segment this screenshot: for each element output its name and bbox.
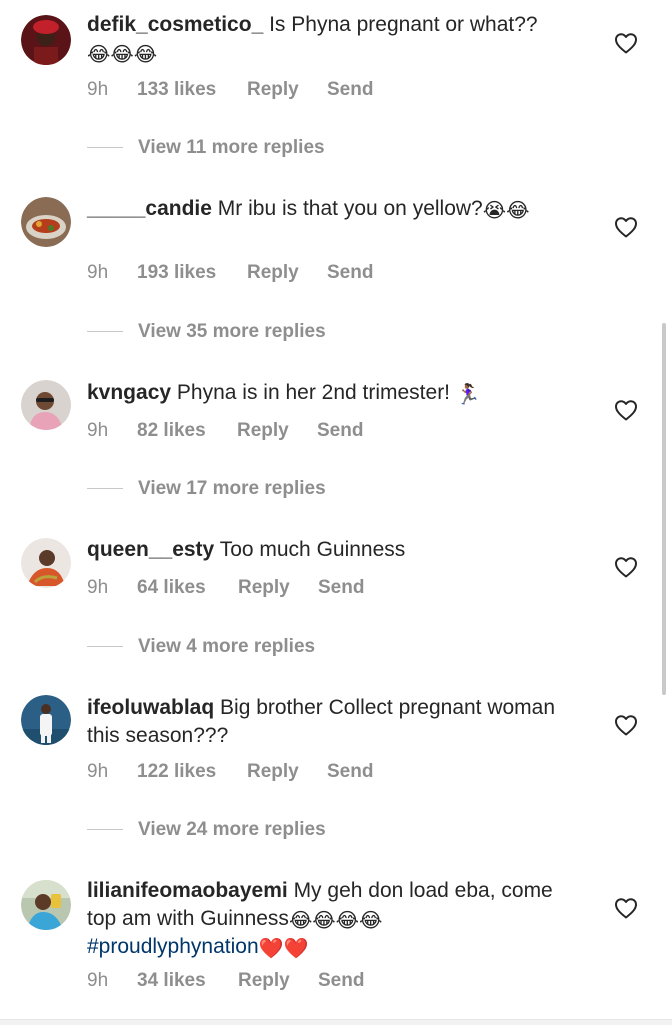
avatar[interactable] xyxy=(21,538,71,588)
reply-button[interactable]: Reply xyxy=(238,969,290,993)
replies-divider xyxy=(87,147,123,148)
comment-time: 9h xyxy=(87,761,109,782)
avatar[interactable] xyxy=(21,197,71,247)
comment-username[interactable]: kvngacy xyxy=(87,381,171,404)
send-button[interactable]: Send xyxy=(327,261,373,285)
red-heart-emoji: ❤️❤️ xyxy=(258,938,309,960)
view-replies-label[interactable]: View 17 more replies xyxy=(138,477,326,501)
view-more-replies[interactable]: View 35 more replies xyxy=(87,320,487,344)
heart-icon[interactable] xyxy=(614,714,638,736)
heart-icon[interactable] xyxy=(614,216,638,238)
heart-icon[interactable] xyxy=(614,32,638,54)
comment-text: kvngacy Phyna is in her 2nd trimester! 🏃… xyxy=(87,379,587,407)
reply-button[interactable]: Reply xyxy=(237,419,289,443)
likes-count[interactable]: 64 likes xyxy=(137,576,206,600)
comment-username[interactable]: _____candie xyxy=(87,197,212,220)
laughing-emoji: 😂😂😂😂 xyxy=(288,910,383,932)
comment-text: lilianifeomaobayemi My geh don load eba,… xyxy=(87,877,587,961)
send-button[interactable]: Send xyxy=(327,760,373,784)
view-more-replies[interactable]: View 24 more replies xyxy=(87,818,487,842)
comment-body: Mr ibu is that you on yellow? xyxy=(211,197,483,220)
view-more-replies[interactable]: View 11 more replies xyxy=(87,136,487,160)
crying-laughing-emoji: 😭😂 xyxy=(482,200,530,222)
comment-body: Too much Guinness xyxy=(214,538,406,561)
avatar[interactable] xyxy=(21,695,71,745)
laughing-emoji: 😂😂😂 xyxy=(87,44,158,66)
replies-divider xyxy=(87,331,123,332)
comment-text: ifeoluwablaq Big brother Collect pregnan… xyxy=(87,694,587,750)
likes-count[interactable]: 133 likes xyxy=(137,78,216,102)
heart-icon[interactable] xyxy=(614,399,638,421)
comment-text: _____candie Mr ibu is that you on yellow… xyxy=(87,195,587,223)
comment-username[interactable]: lilianifeomaobayemi xyxy=(87,879,288,902)
view-replies-label[interactable]: View 24 more replies xyxy=(138,818,326,842)
likes-count[interactable]: 122 likes xyxy=(137,760,216,784)
view-replies-label[interactable]: View 11 more replies xyxy=(138,136,325,160)
comment-text: defik_cosmetico_ Is Phyna pregnant or wh… xyxy=(87,11,587,67)
send-button[interactable]: Send xyxy=(327,78,373,102)
bottom-divider xyxy=(0,1019,672,1025)
replies-divider xyxy=(87,829,123,830)
avatar[interactable] xyxy=(21,880,71,930)
reply-button[interactable]: Reply xyxy=(247,78,299,102)
send-button[interactable]: Send xyxy=(318,576,364,600)
comment-time: 9h xyxy=(87,577,109,598)
comment-time: 9h xyxy=(87,79,109,100)
view-replies-label[interactable]: View 4 more replies xyxy=(138,635,315,659)
comment-time: 9h xyxy=(87,970,109,991)
avatar[interactable] xyxy=(21,380,71,430)
avatar[interactable] xyxy=(21,15,71,65)
view-replies-label[interactable]: View 35 more replies xyxy=(138,320,326,344)
hashtag-link[interactable]: #proudlyphynation xyxy=(87,935,259,958)
comment-username[interactable]: defik_cosmetico_ xyxy=(87,13,263,36)
comment-body: Phyna is in her 2nd trimester! xyxy=(171,381,456,404)
likes-count[interactable]: 34 likes xyxy=(137,969,206,993)
running-woman-emoji: 🏃🏾‍♀️ xyxy=(455,384,481,406)
view-more-replies[interactable]: View 17 more replies xyxy=(87,477,487,501)
comment-time: 9h xyxy=(87,420,109,441)
send-button[interactable]: Send xyxy=(318,969,364,993)
send-button[interactable]: Send xyxy=(317,419,363,443)
comment-body: Is Phyna pregnant or what?? xyxy=(263,13,538,36)
comment-text: queen__esty Too much Guinness xyxy=(87,536,587,564)
likes-count[interactable]: 82 likes xyxy=(137,419,206,443)
replies-divider xyxy=(87,488,123,489)
view-more-replies[interactable]: View 4 more replies xyxy=(87,635,487,659)
replies-divider xyxy=(87,646,123,647)
heart-icon[interactable] xyxy=(614,556,638,578)
comment-username[interactable]: queen__esty xyxy=(87,538,214,561)
reply-button[interactable]: Reply xyxy=(238,576,290,600)
reply-button[interactable]: Reply xyxy=(247,760,299,784)
comment-time: 9h xyxy=(87,262,109,283)
likes-count[interactable]: 193 likes xyxy=(137,261,216,285)
comment-username[interactable]: ifeoluwablaq xyxy=(87,696,214,719)
scrollbar[interactable] xyxy=(662,323,666,695)
heart-icon[interactable] xyxy=(614,897,638,919)
reply-button[interactable]: Reply xyxy=(247,261,299,285)
